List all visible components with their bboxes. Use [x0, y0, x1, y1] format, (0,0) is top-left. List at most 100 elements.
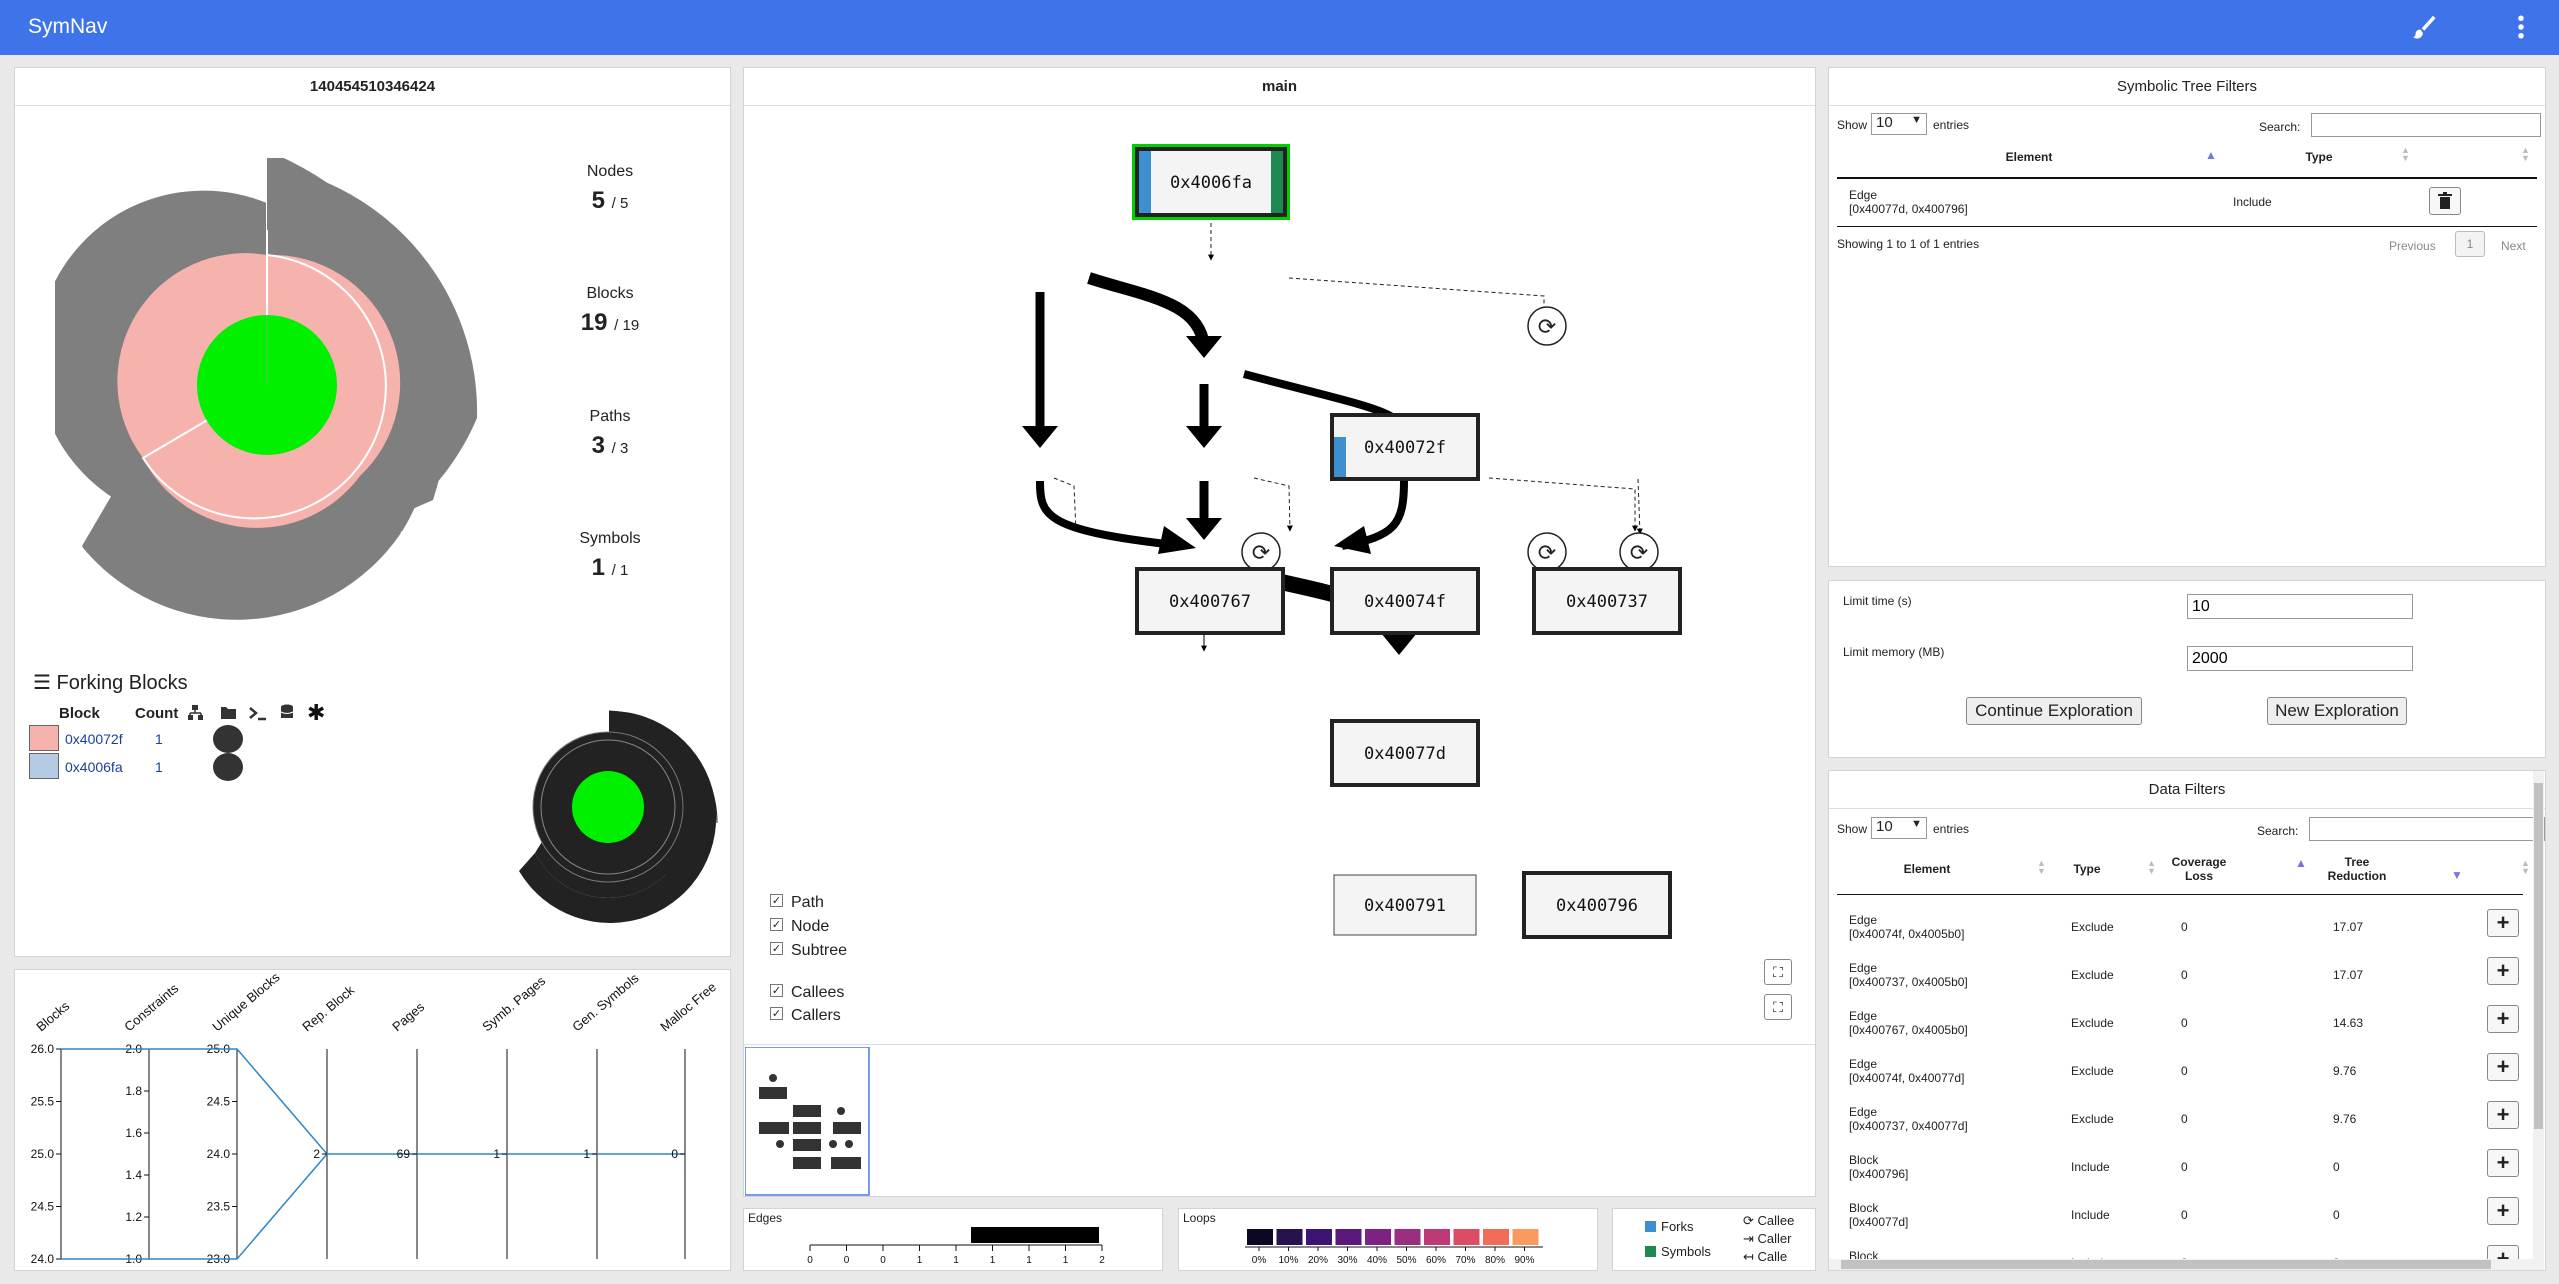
checkbox-subtree[interactable]: ✓ Subtree	[770, 942, 847, 960]
data-filters-search-input[interactable]	[2309, 817, 2545, 841]
sort-icon[interactable]: ▲ ▼	[2037, 859, 2046, 876]
continue-exploration-button[interactable]: Continue Exploration	[1966, 697, 2142, 725]
pc-axis-label: Rep. Block	[299, 982, 357, 1034]
fork-status-dot[interactable]	[213, 725, 243, 753]
add-filter-button[interactable]: +	[2487, 1101, 2519, 1129]
checkbox-callees[interactable]: ✓ Callees	[770, 984, 844, 1002]
checkbox-node[interactable]: ✓ Node	[770, 918, 829, 936]
col-element[interactable]: Element	[1877, 862, 1977, 876]
filter-element: Edge [0x400767, 0x4005b0]	[1849, 1009, 1968, 1037]
brush-icon[interactable]	[2408, 12, 2438, 42]
graph-node[interactable]: 0x400767	[1135, 567, 1285, 635]
fork-block-address[interactable]: 0x40072f	[65, 731, 123, 747]
add-filter-button[interactable]: +	[2487, 1197, 2519, 1225]
pc-tick-label: 1.8	[125, 1084, 142, 1098]
col-coverage-loss[interactable]: Coverage Loss	[2169, 855, 2229, 883]
graph-minimap[interactable]	[745, 1047, 870, 1197]
filter-element-detail: [0x40077d]	[1849, 1215, 1909, 1229]
fullscreen-icon[interactable]: ⛶	[1764, 994, 1792, 1020]
arrow-head	[1158, 526, 1196, 554]
horizontal-scrollbar[interactable]	[1829, 1259, 2535, 1270]
symbolic-tree-graph[interactable]: ⇥⟳⟳⟳⟳0x4006fa0x40072f0x4007670x40074f0x4…	[744, 106, 1815, 1086]
col-type[interactable]: Type	[2279, 150, 2359, 164]
table-info: Showing 1 to 1 of 1 entries	[1837, 237, 1980, 251]
page-1-button[interactable]: 1	[2455, 231, 2485, 257]
graph-node[interactable]: 0x40072f	[1330, 413, 1480, 481]
chevron-down-icon: ▼	[1911, 818, 1922, 830]
graph-node[interactable]: 0x40077d	[1330, 719, 1480, 787]
parallel-coordinates-chart[interactable]: Blocks Constraints Unique Blocks Rep. Block…	[15, 969, 732, 1270]
stat-label: Paths	[589, 408, 631, 425]
checkbox-path[interactable]: ✓ Path	[770, 894, 824, 912]
sort-icon[interactable]: ▲ ▼	[2521, 859, 2530, 876]
col-element[interactable]: Element	[1969, 150, 2089, 164]
previous-page-button[interactable]: Previous	[2389, 239, 2436, 253]
page-size-select[interactable]: 10 ▼	[1871, 817, 1927, 839]
pc-tick-label: 24.5	[207, 1095, 231, 1109]
more-vert-icon[interactable]	[2506, 12, 2536, 42]
graph-node[interactable]: 0x400796	[1522, 871, 1672, 939]
loops-tick-label: 80%	[1485, 1255, 1505, 1266]
sort-icon[interactable]: ▲ ▼	[2521, 146, 2530, 163]
col-type[interactable]: Type	[2057, 862, 2117, 876]
divider	[1837, 226, 2537, 227]
fork-status-dot[interactable]	[213, 753, 243, 781]
graph-node[interactable]: 0x400791	[1333, 874, 1477, 936]
vertical-scrollbar[interactable]	[2533, 771, 2544, 1270]
loops-legend-title: Loops	[1183, 1211, 1216, 1225]
tree-reduction-value: 14.63	[2333, 1016, 2364, 1030]
add-filter-button[interactable]: +	[2487, 1005, 2519, 1033]
add-filter-button[interactable]: +	[2487, 909, 2519, 937]
node-label: 0x40072f	[1364, 438, 1446, 458]
sort-icon[interactable]: ▲ ▼	[2147, 859, 2156, 876]
loops-tick-label: 10%	[1278, 1255, 1298, 1266]
sort-icon[interactable]: ▲ ▼	[2401, 146, 2410, 163]
limit-memory-input[interactable]	[2187, 646, 2413, 671]
filter-element-detail: [0x400737, 0x40077d]	[1849, 1119, 1968, 1133]
pc-axis-label: Unique Blocks	[209, 970, 283, 1034]
sort-asc-icon[interactable]: ▲	[2295, 856, 2307, 870]
fork-block-address[interactable]: 0x4006fa	[65, 759, 123, 775]
new-exploration-button[interactable]: New Exploration	[2267, 697, 2407, 725]
edges-gradient-bar	[971, 1227, 1099, 1243]
next-page-button[interactable]: Next	[2501, 239, 2526, 253]
callee-label: Callee	[1757, 1213, 1795, 1228]
add-filter-button[interactable]: +	[2487, 1053, 2519, 1081]
graph-node[interactable]: 0x400737	[1532, 567, 1682, 635]
col-tree-reduction[interactable]: Tree Reduction	[2317, 855, 2397, 883]
trash-icon[interactable]	[2429, 187, 2461, 215]
fit-view-icon[interactable]: ⛶	[1764, 959, 1792, 985]
refresh-icon: ⟳	[1538, 315, 1556, 340]
page-size-select[interactable]: 10 ▼	[1871, 113, 1927, 135]
hamburger-menu-icon[interactable]: ☰	[33, 672, 51, 694]
sort-asc-icon[interactable]: ▲	[2205, 148, 2217, 162]
checkbox-label: Path	[791, 894, 824, 911]
filter-element-kind: Edge	[1849, 188, 1878, 202]
loops-tick-label: 50%	[1396, 1255, 1416, 1266]
fork-count: 1	[155, 759, 163, 775]
add-filter-button[interactable]: +	[2487, 1149, 2519, 1177]
tree-reduction-value: 0	[2333, 1208, 2340, 1222]
scrollbar-thumb[interactable]	[1841, 1260, 2491, 1269]
checkbox-callers[interactable]: ✓ Callers	[770, 1007, 841, 1025]
add-filter-button[interactable]: +	[2487, 957, 2519, 985]
pc-axis-label: Blocks	[33, 998, 72, 1034]
graph-node[interactable]: 0x40074f	[1330, 567, 1480, 635]
sort-desc-icon[interactable]: ▼	[2451, 868, 2463, 882]
graph-node[interactable]: 0x4006fa	[1132, 144, 1290, 220]
sign-in-icon: ⇥	[1743, 1231, 1754, 1246]
col-count: Count	[135, 705, 179, 722]
scrollbar-thumb[interactable]	[2534, 783, 2543, 1129]
stat-value: 19 / 19	[555, 309, 665, 337]
pc-tick-label: 1.2	[125, 1210, 142, 1224]
filter-element-kind: Block	[1849, 1201, 1879, 1215]
limit-time-input[interactable]	[2187, 594, 2413, 619]
filter-element: Block [0x40077d]	[1849, 1201, 1908, 1229]
filter-type: Include	[2071, 1160, 2110, 1174]
pc-line	[61, 1153, 328, 1260]
tree-filters-search-input[interactable]	[2311, 113, 2541, 137]
loops-tick-label: 20%	[1308, 1255, 1328, 1266]
stat-symbols: Symbols 1 / 1	[555, 530, 665, 582]
edges-tick-label: 1	[953, 1255, 959, 1266]
coverage-sunburst[interactable]	[55, 158, 515, 678]
